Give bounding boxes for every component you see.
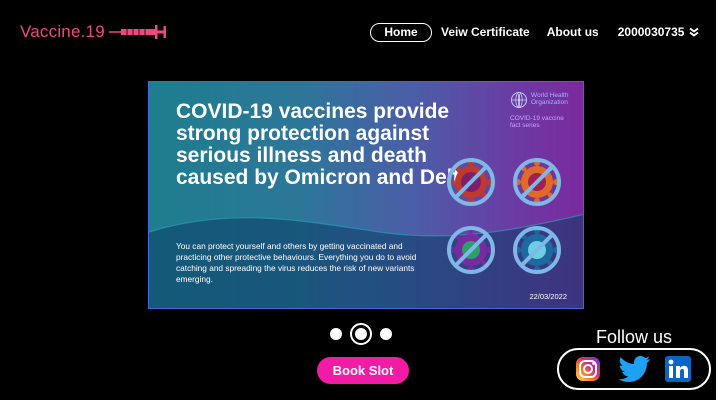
carousel-dot-1[interactable] xyxy=(330,328,342,340)
crossed-virus-icon xyxy=(447,226,495,274)
crossed-virus-icon xyxy=(513,226,561,274)
fact-series-label: COVID-19 vaccine fact series xyxy=(510,115,564,129)
nav-view-certificate-link[interactable]: Veiw Certificate xyxy=(441,25,530,39)
banner-date: 22/03/2022 xyxy=(529,292,567,301)
window-edge-right xyxy=(716,0,722,403)
crossed-virus-icon xyxy=(447,158,495,206)
who-name: World Health Organization xyxy=(531,92,569,106)
carousel-dot-3[interactable] xyxy=(380,328,392,340)
carousel-indicators xyxy=(328,323,396,345)
who-logo: World Health Organization xyxy=(510,91,568,109)
top-nav: Home Veiw Certificate About us 200003073… xyxy=(370,22,700,42)
carousel-slide-banner[interactable]: COVID-19 vaccines provide strong protect… xyxy=(148,81,584,309)
banner-headline: COVID-19 vaccines provide strong protect… xyxy=(176,100,472,189)
syringe-icon xyxy=(108,25,166,39)
brand-name: Vaccine.19 xyxy=(20,22,105,41)
nav-home-button[interactable]: Home xyxy=(370,22,432,42)
twitter-icon[interactable] xyxy=(619,355,651,383)
follow-us-heading: Follow us xyxy=(596,327,673,347)
carousel-dot-2-active[interactable] xyxy=(350,323,372,345)
globe-icon xyxy=(511,92,527,108)
page-background: Vaccine.19 Home Veiw Certificate About u… xyxy=(0,0,716,400)
nav-about-link[interactable]: About us xyxy=(547,25,599,39)
social-links xyxy=(557,348,711,390)
linkedin-icon[interactable] xyxy=(665,356,691,382)
user-id: 2000030735 xyxy=(617,25,685,39)
brand-logo[interactable]: Vaccine.19 xyxy=(20,22,169,42)
book-slot-button[interactable]: Book Slot xyxy=(317,357,409,384)
user-menu[interactable]: 2000030735 xyxy=(618,25,700,39)
crossed-virus-icon xyxy=(513,158,561,206)
instagram-icon[interactable] xyxy=(575,356,601,382)
double-chevron-down-icon xyxy=(689,27,700,37)
banner-body-text: You can protect yourself and others by g… xyxy=(176,241,417,284)
